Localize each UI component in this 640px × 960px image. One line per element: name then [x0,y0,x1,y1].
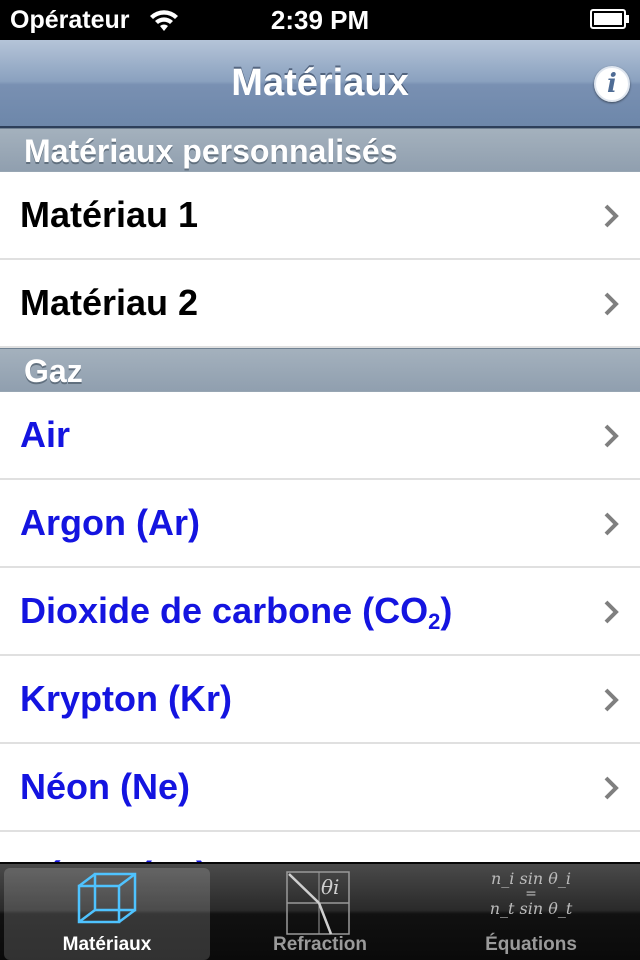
status-bar: Opérateur 2:39 PM [0,0,640,40]
materials-list: Matériaux personnalisés Matériau 1 Matér… [0,128,640,862]
cube-icon [77,872,137,924]
refraction-icon: θi [286,871,350,935]
snell-equation-icon: n_i sin θ_i = n_t sin θ_t [489,869,573,918]
chevron-right-icon [604,292,619,316]
chevron-right-icon [604,776,619,800]
list-item-neon[interactable]: Néon (Ne) [0,744,640,832]
status-time: 2:39 PM [270,5,370,35]
tab-label: Équations [485,934,577,955]
chevron-right-icon [604,424,619,448]
tab-refraction[interactable]: θi Refraction [217,868,423,960]
section-header-gas: Gaz [0,348,640,392]
list-item-material-2[interactable]: Matériau 2 [0,260,640,348]
battery-icon [590,9,629,29]
tab-equations[interactable]: n_i sin θ_i = n_t sin θ_t Équations [428,868,634,960]
tab-bar: Matériaux θi Refraction n_i sin θ_i = n_… [0,862,640,960]
tab-materiaux[interactable]: Matériaux [4,868,210,960]
svg-text:θi: θi [321,875,339,899]
list-item-krypton[interactable]: Krypton (Kr) [0,656,640,744]
list-item-material-1[interactable]: Matériau 1 [0,172,640,260]
list-item-air[interactable]: Air [0,392,640,480]
chevron-right-icon [604,204,619,228]
chevron-right-icon [604,512,619,536]
chevron-right-icon [604,600,619,624]
list-item-argon[interactable]: Argon (Ar) [0,480,640,568]
list-item-carbon-dioxide[interactable]: Dioxide de carbone (CO2) [0,568,640,656]
chevron-right-icon [604,688,619,712]
info-button[interactable]: i [594,66,630,102]
section-header-custom-materials: Matériaux personnalisés [0,128,640,172]
page-title: Matériaux [231,62,409,104]
tab-label: Matériaux [62,934,152,955]
info-icon: i [607,69,617,99]
tab-label: Refraction [273,934,367,955]
navigation-bar: Matériaux i [0,40,640,128]
list-item-xenon[interactable]: Xénon (Xe) [0,832,640,862]
